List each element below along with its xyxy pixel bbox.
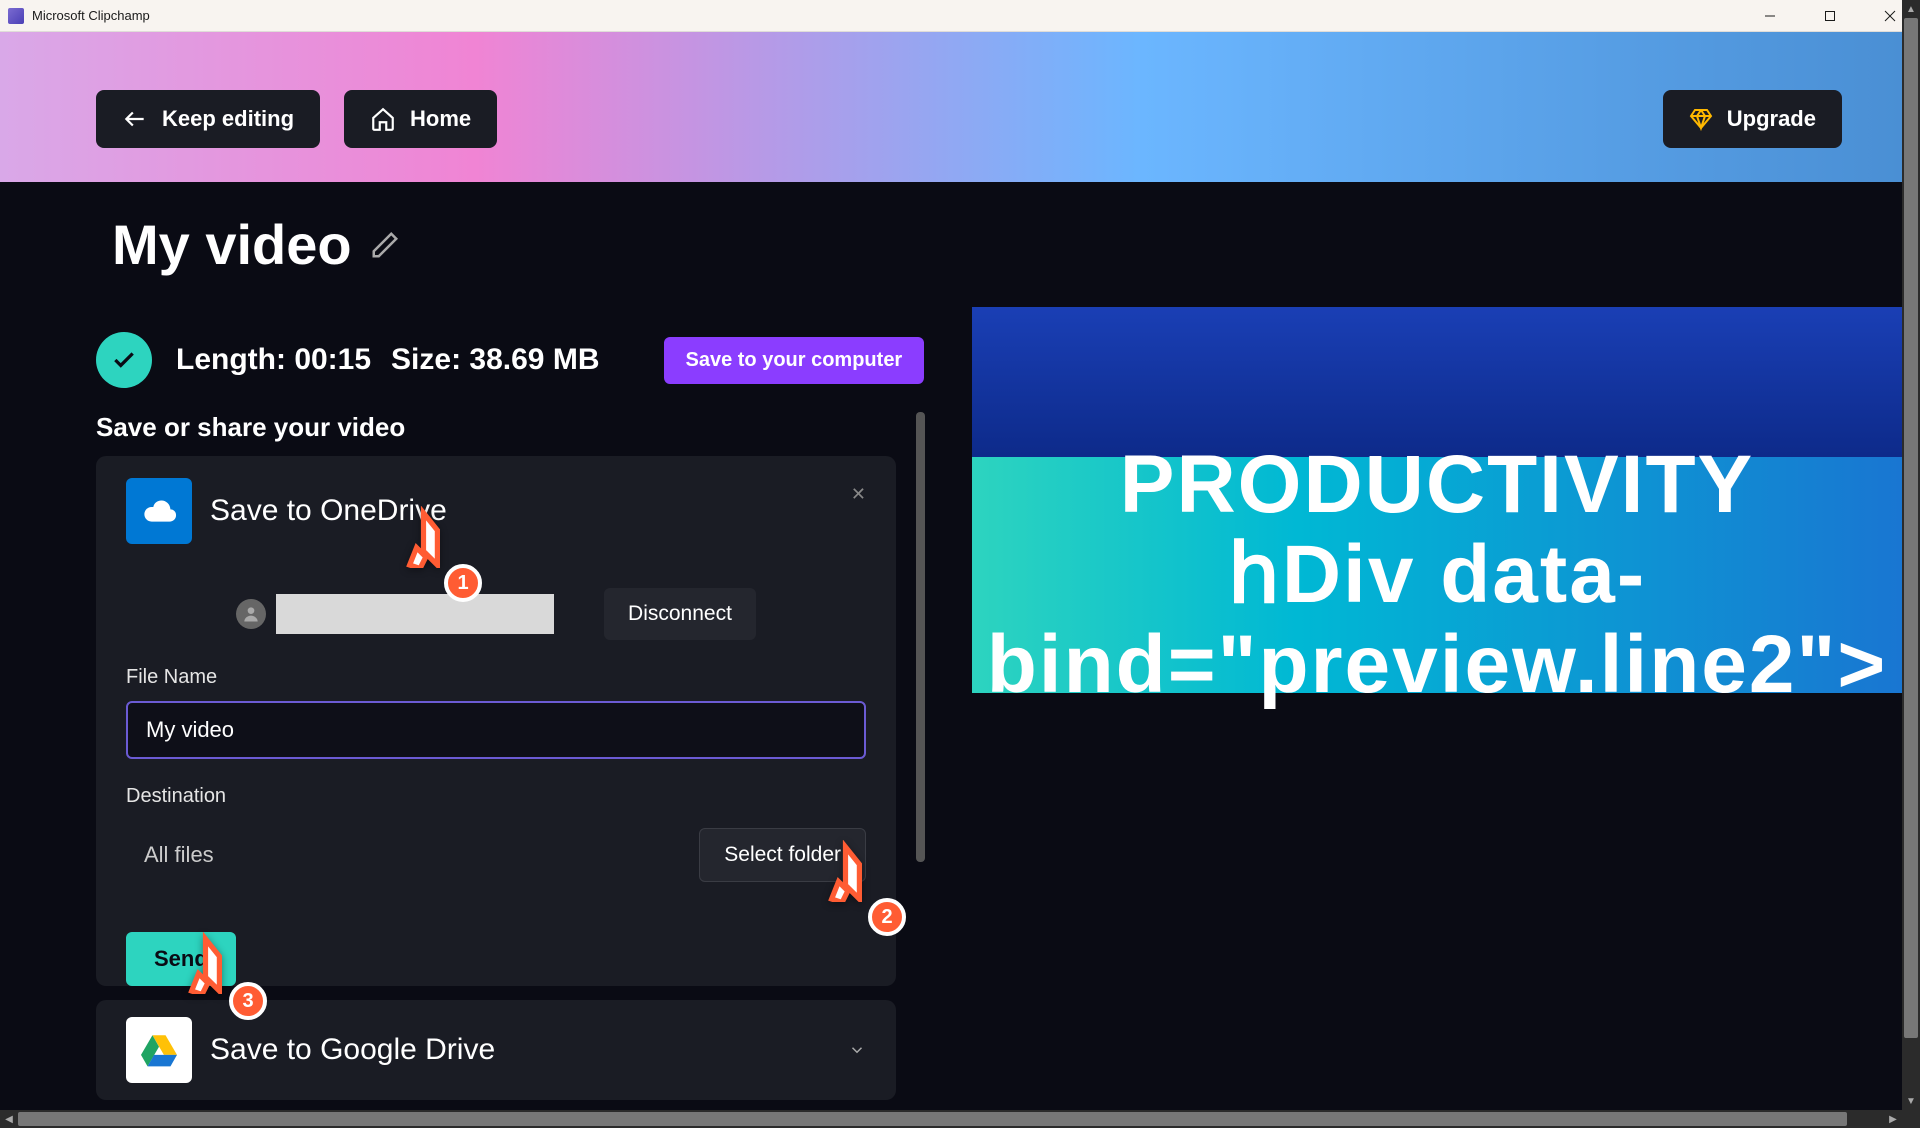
upgrade-button[interactable]: Upgrade [1663,90,1842,148]
window-controls [1740,0,1920,32]
home-icon [370,106,396,132]
scroll-up-icon[interactable]: ▲ [1902,0,1920,18]
keep-editing-button[interactable]: Keep editing [96,90,320,148]
titlebar: Microsoft Clipchamp [0,0,1920,32]
disconnect-button[interactable]: Disconnect [604,588,756,640]
export-info-row: Length: 00:15 Size: 38.69 MB Save to you… [96,332,924,388]
video-preview: PRODUCTIVITY հDiv data-bind="preview.lin… [972,307,1902,842]
onedrive-close-icon[interactable]: ✕ [851,484,866,505]
home-button[interactable]: Home [344,90,497,148]
maximize-button[interactable] [1800,0,1860,32]
vertical-scrollbar[interactable]: ▲ ▼ [1902,0,1920,1110]
save-share-heading: Save or share your video [96,412,405,443]
scroll-corner [1902,1110,1920,1128]
preview-text: PRODUCTIVITY հDiv data-bind="preview.lin… [972,440,1902,711]
select-folder-button[interactable]: Select folder [699,828,866,882]
app-title: Microsoft Clipchamp [32,8,150,23]
destination-label: Destination [126,785,866,808]
google-drive-icon [126,1017,192,1083]
preview-band-middle: PRODUCTIVITY հDiv data-bind="preview.lin… [972,457,1902,693]
minimize-button[interactable] [1740,0,1800,32]
save-to-computer-button[interactable]: Save to your computer [664,337,925,384]
account-name-redacted [276,594,554,634]
destination-value: All files [126,842,214,868]
onedrive-title: Save to OneDrive [210,494,447,528]
app-icon [8,8,24,24]
top-nav-row: Keep editing Home Upgrade [96,90,1842,148]
google-drive-card[interactable]: Save to Google Drive [96,1000,896,1100]
onedrive-card: Save to OneDrive ✕ Disconnect File Name … [96,456,896,986]
content: Keep editing Home Upgrade My video Lengt… [0,32,1902,1110]
diamond-icon [1689,107,1713,131]
preview-band-top [972,307,1902,457]
onedrive-card-header: Save to OneDrive ✕ [126,478,866,544]
horizontal-scrollbar[interactable]: ◀ ▶ [0,1110,1902,1128]
export-complete-icon [96,332,152,388]
scroll-right-icon[interactable]: ▶ [1884,1110,1902,1128]
viewport: Keep editing Home Upgrade My video Lengt… [0,32,1920,1128]
scroll-down-icon[interactable]: ▼ [1902,1092,1920,1110]
arrow-left-icon [122,106,148,132]
upgrade-label: Upgrade [1727,106,1816,132]
video-title-row: My video [112,212,400,277]
onedrive-icon [126,478,192,544]
edit-title-icon[interactable] [370,230,400,260]
home-label: Home [410,106,471,132]
chevron-down-icon [848,1041,866,1059]
google-drive-title: Save to Google Drive [210,1033,495,1067]
onedrive-account-row: Disconnect [126,588,866,640]
filename-label: File Name [126,666,866,689]
send-button[interactable]: Send [126,932,236,986]
export-info-text: Length: 00:15 Size: 38.69 MB [176,343,600,377]
destination-row: All files Select folder [126,828,866,882]
account-avatar-icon [236,599,266,629]
scroll-left-icon[interactable]: ◀ [0,1110,18,1128]
video-title: My video [112,212,352,277]
panel-scrollbar[interactable] [916,412,925,862]
keep-editing-label: Keep editing [162,106,294,132]
filename-input[interactable] [126,701,866,759]
